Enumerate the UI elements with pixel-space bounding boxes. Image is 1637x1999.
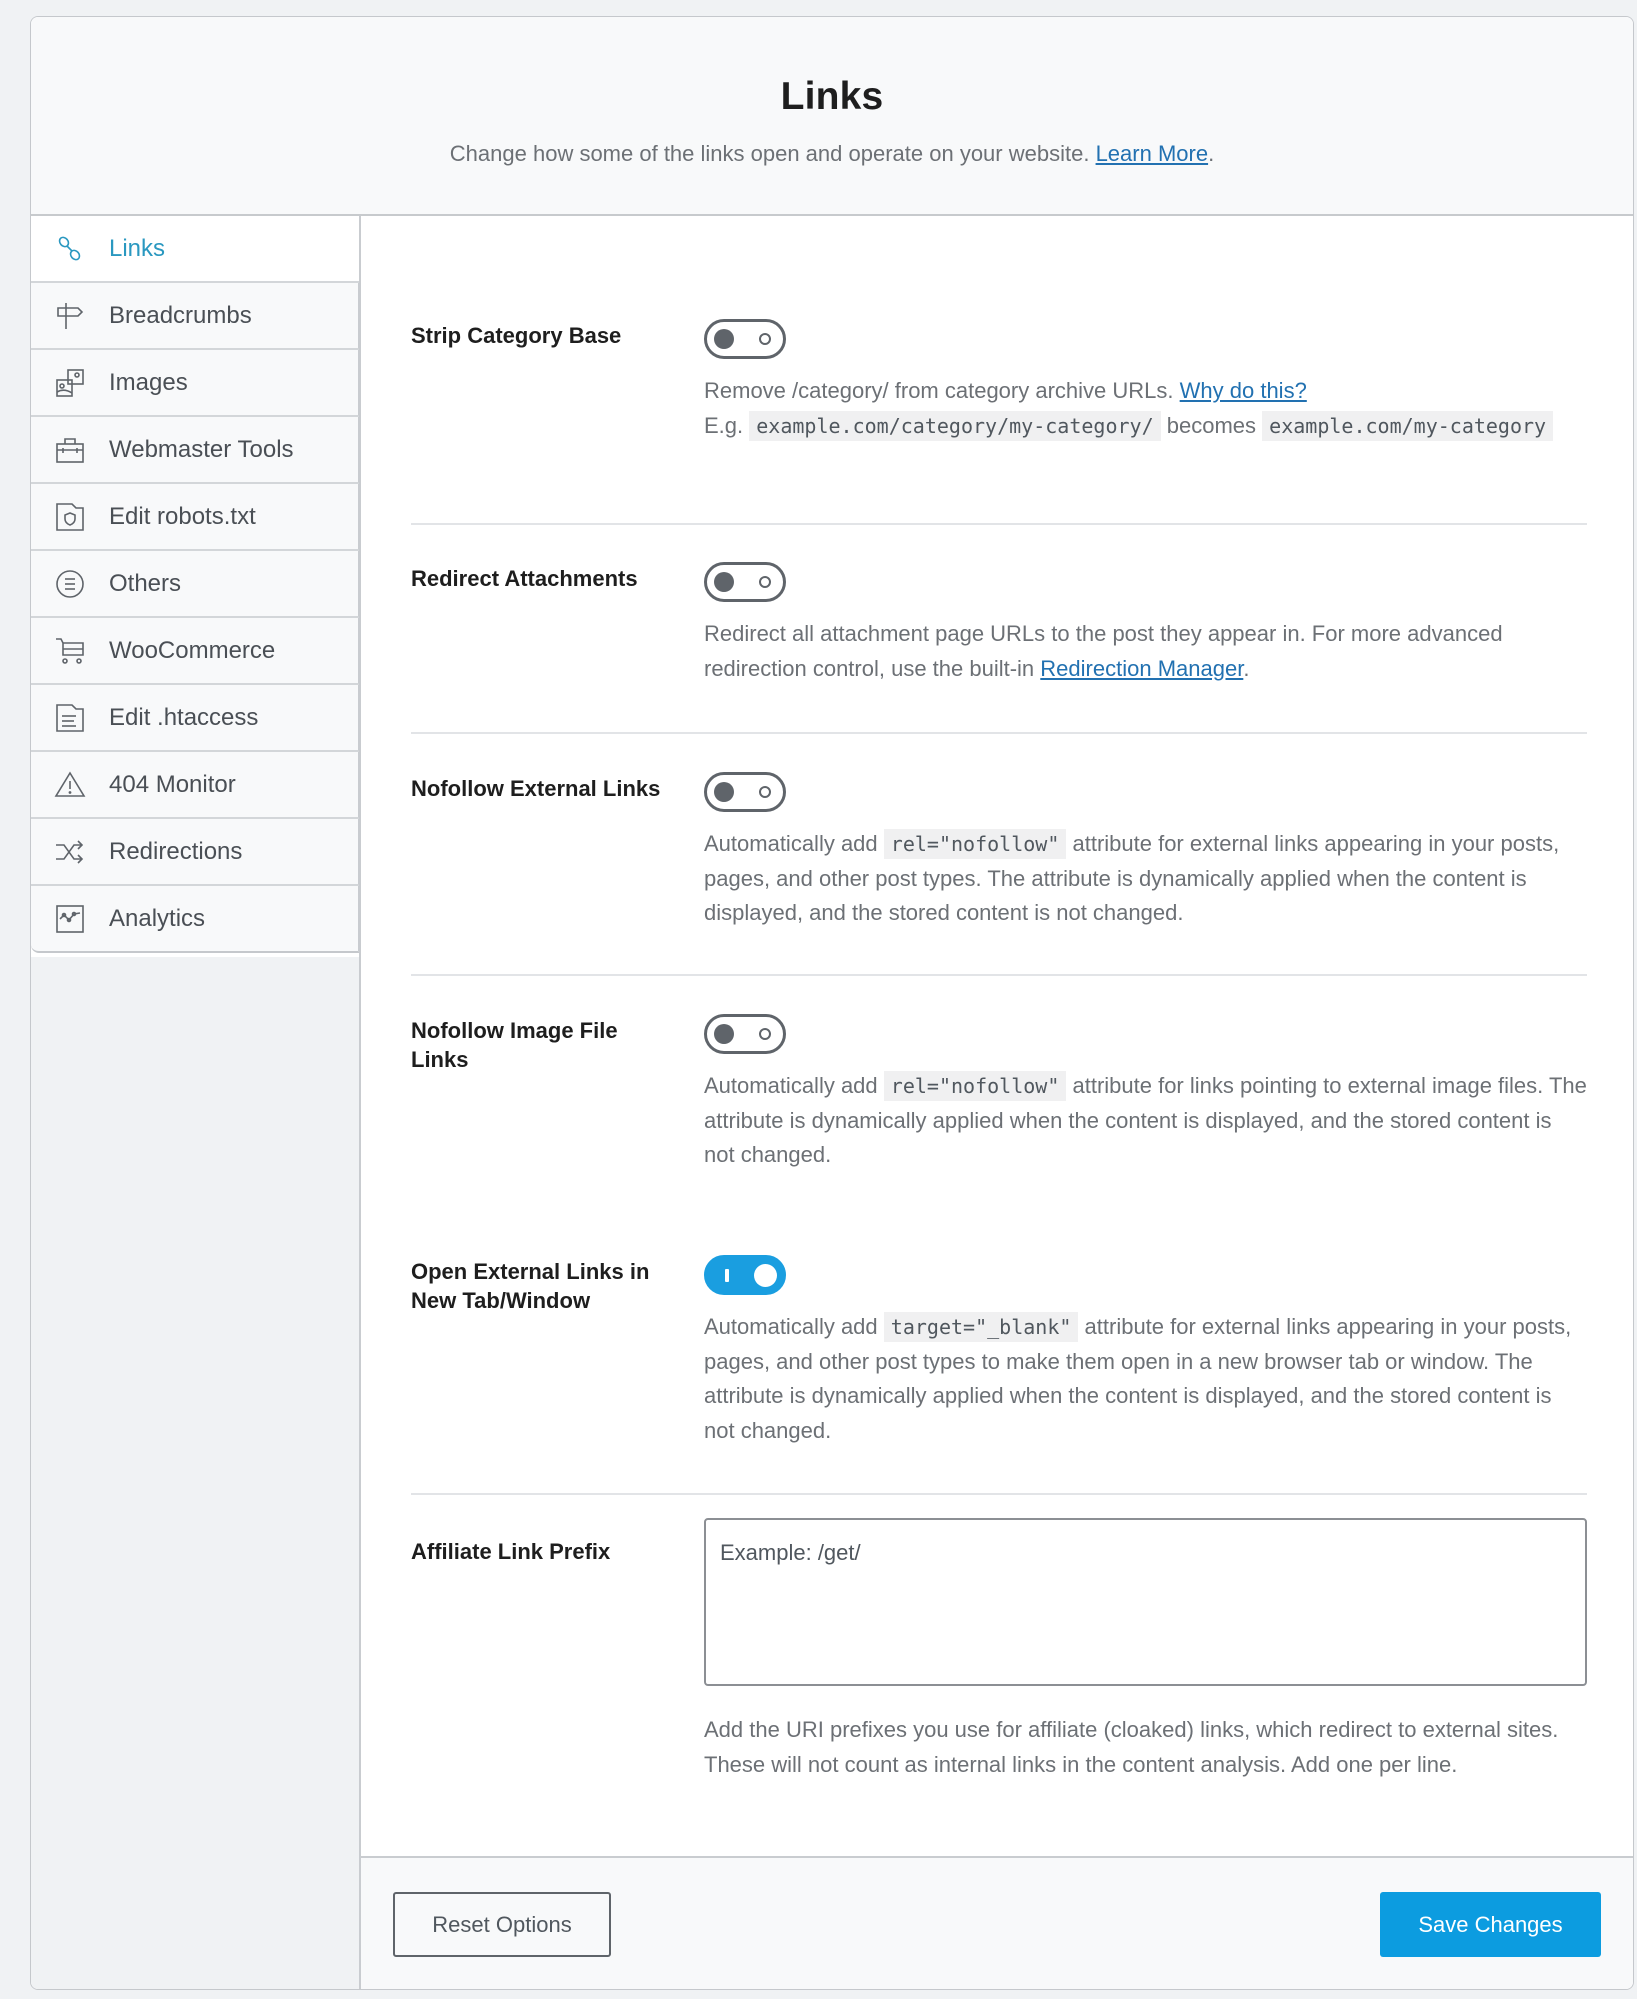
- page-title: Links: [780, 75, 884, 118]
- section-divider: [411, 523, 1587, 525]
- sidebar-background: [31, 957, 359, 1989]
- nofollow-image-toggle[interactable]: [704, 1014, 786, 1054]
- setting-description: Automatically add rel="nofollow" attribu…: [704, 829, 1560, 925]
- toggle-on-indicator: [725, 1269, 729, 1282]
- toggle-knob: [714, 329, 734, 349]
- redirect-attachments-toggle[interactable]: [704, 562, 786, 602]
- save-changes-button[interactable]: Save Changes: [1380, 1892, 1601, 1957]
- sidebar-item-edit-robots[interactable]: Edit robots.txt: [31, 484, 360, 551]
- toggle-off-indicator: [759, 1028, 771, 1040]
- setting-label: Nofollow External Links: [411, 776, 661, 801]
- section-divider: [411, 1493, 1587, 1495]
- link-icon: [53, 232, 87, 266]
- sidebar-item-others[interactable]: Others: [31, 551, 360, 618]
- setting-label: Nofollow Image File Links: [411, 1018, 618, 1072]
- code-snippet: example.com/my-category: [1262, 410, 1554, 441]
- toggle-off-indicator: [759, 333, 771, 345]
- toggle-off-indicator: [759, 786, 771, 798]
- section-divider: [411, 974, 1587, 976]
- settings-footer: Reset Options Save Changes: [361, 1856, 1633, 1989]
- setting-label: Strip Category Base: [411, 323, 622, 348]
- sidebar-item-webmaster-tools[interactable]: Webmaster Tools: [31, 417, 360, 484]
- sidebar-item-links[interactable]: Links: [31, 216, 360, 283]
- toggle-off-indicator: [759, 576, 771, 588]
- toggle-knob: [714, 1024, 734, 1044]
- cart-icon: [53, 634, 87, 668]
- toggle-knob: [714, 572, 734, 592]
- reset-options-button[interactable]: Reset Options: [393, 1892, 611, 1957]
- sidebar-item-label: Analytics: [109, 904, 206, 932]
- sidebar-item-label: Links: [109, 234, 166, 262]
- setting-description: Remove /category/ from category archive …: [704, 374, 1587, 443]
- setting-description: Automatically add target="_blank" attrib…: [704, 1312, 1572, 1443]
- sidebar-item-label: 404 Monitor: [109, 770, 236, 798]
- signpost-icon: [53, 299, 87, 333]
- shield-file-icon: [53, 500, 87, 534]
- setting-label: Open External Links in New Tab/Window: [411, 1259, 650, 1313]
- redirection-manager-link[interactable]: Redirection Manager: [1040, 656, 1243, 681]
- section-divider: [411, 732, 1587, 734]
- sidebar-item-woocommerce[interactable]: WooCommerce: [31, 618, 360, 685]
- shuffle-icon: [53, 835, 87, 869]
- list-circle-icon: [53, 567, 87, 601]
- toggle-knob: [714, 782, 734, 802]
- setting-label: Redirect Attachments: [411, 566, 638, 591]
- file-text-icon: [53, 701, 87, 735]
- setting-description: Add the URI prefixes you use for affilia…: [704, 1717, 1559, 1777]
- setting-description: Redirect all attachment page URLs to the…: [704, 621, 1503, 681]
- learn-more-link[interactable]: Learn More: [1096, 141, 1209, 166]
- setting-label: Affiliate Link Prefix: [411, 1539, 611, 1564]
- chart-icon: [53, 902, 87, 936]
- why-do-this-link[interactable]: Why do this?: [1180, 378, 1307, 403]
- sidebar-item-images[interactable]: Images: [31, 350, 360, 417]
- strip-category-toggle[interactable]: [704, 319, 786, 359]
- nofollow-external-toggle[interactable]: [704, 772, 786, 812]
- sidebar-item-label: Redirections: [109, 837, 243, 865]
- setting-description: Automatically add rel="nofollow" attribu…: [704, 1071, 1587, 1167]
- images-icon: [53, 366, 87, 400]
- toggle-knob: [754, 1264, 777, 1287]
- sidebar-item-label: Edit robots.txt: [109, 502, 256, 530]
- sidebar-item-label: Edit .htaccess: [109, 703, 259, 731]
- sidebar-item-label: Breadcrumbs: [109, 301, 252, 329]
- sidebar-nav: Links Breadcrumbs Images Webmaster Tools…: [31, 216, 360, 956]
- sidebar-item-label: Webmaster Tools: [109, 435, 294, 463]
- affiliate-prefix-textarea[interactable]: [704, 1518, 1587, 1686]
- sidebar-item-breadcrumbs[interactable]: Breadcrumbs: [31, 283, 360, 350]
- warning-icon: [53, 768, 87, 802]
- sidebar-item-redirections[interactable]: Redirections: [31, 819, 360, 886]
- sidebar-item-analytics[interactable]: Analytics: [31, 886, 360, 953]
- page-subtitle: Change how some of the links open and op…: [449, 141, 1215, 166]
- sidebar-item-label: Images: [109, 368, 188, 396]
- code-snippet: target="_blank": [883, 1312, 1079, 1342]
- settings-content: Strip Category Base Remove /category/ fr…: [359, 216, 1633, 1989]
- sidebar-item-label: Others: [109, 569, 182, 597]
- sidebar-item-404-monitor[interactable]: 404 Monitor: [31, 752, 360, 819]
- code-snippet: rel="nofollow": [883, 1071, 1067, 1101]
- open-external-toggle[interactable]: [704, 1255, 786, 1295]
- sidebar-item-edit-htaccess[interactable]: Edit .htaccess: [31, 685, 360, 752]
- page-header: Links Change how some of the links open …: [31, 17, 1633, 216]
- sidebar-item-label: WooCommerce: [109, 636, 276, 664]
- toolbox-icon: [53, 433, 87, 467]
- settings-panel: Links Change how some of the links open …: [30, 16, 1634, 1990]
- code-snippet: rel="nofollow": [883, 829, 1067, 859]
- code-snippet: example.com/category/my-category/: [749, 410, 1161, 441]
